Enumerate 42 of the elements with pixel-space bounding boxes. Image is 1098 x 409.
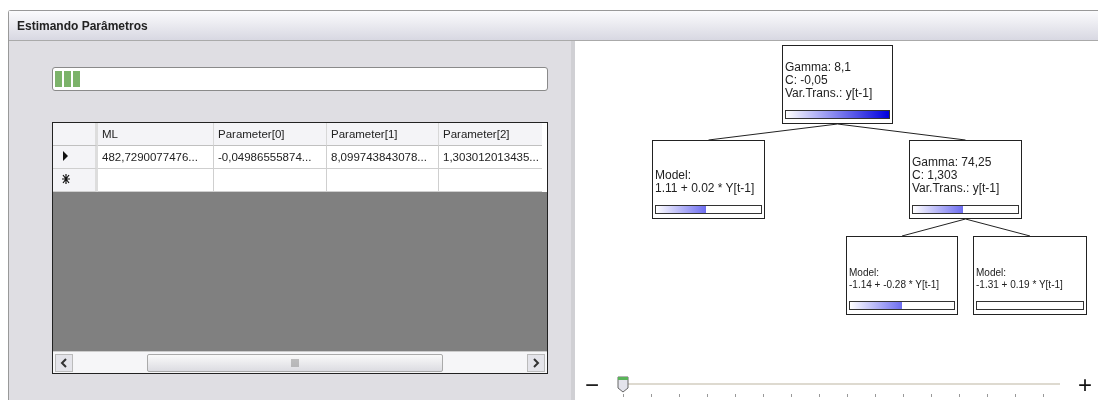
node-text: C: -0,05 — [785, 74, 829, 87]
node-text: Var.Trans.: y[t-1] — [912, 182, 1001, 195]
column-header[interactable]: Parameter[1] — [327, 123, 439, 146]
node-text: Gamma: 8,1 — [785, 61, 853, 74]
column-header[interactable]: ML — [98, 123, 214, 146]
scrollbar-thumb[interactable] — [147, 353, 443, 372]
node-text: Model: — [976, 267, 1007, 279]
chevron-right-icon — [532, 357, 540, 368]
node-text: Gamma: 74,25 — [912, 156, 993, 169]
slider-thumb[interactable] — [617, 376, 629, 393]
row-header[interactable] — [53, 146, 98, 169]
node-text: C: 1,303 — [912, 169, 959, 182]
column-header[interactable]: Parameter[0] — [214, 123, 327, 146]
current-row-icon — [61, 150, 71, 162]
node-text: Model: — [849, 267, 880, 279]
window-title: Estimando Parâmetros — [17, 18, 148, 33]
zoom-out-button[interactable]: − — [585, 373, 599, 397]
tree-node[interactable]: Gamma: 74,25 C: 1,303 Var.Trans.: y[t-1] — [909, 140, 1022, 219]
tree-node[interactable]: Model: 1.11 + 0.02 * Y[t-1] — [652, 140, 765, 219]
grip-icon — [291, 358, 299, 367]
row-header[interactable] — [53, 169, 98, 192]
scroll-right-button[interactable] — [527, 353, 545, 372]
node-text: Var.Trans.: y[t-1] — [785, 87, 874, 100]
tree-edge — [965, 218, 1031, 237]
scroll-left-button[interactable] — [55, 353, 73, 372]
node-text: -1.14 + -0.28 * Y[t-1] — [849, 279, 941, 291]
tree-node[interactable]: Model: -1.14 + -0.28 * Y[t-1] — [846, 236, 958, 315]
tree-edge — [901, 218, 966, 237]
node-text: -1.31 + 0.19 * Y[t-1] — [976, 279, 1064, 291]
tree-node[interactable]: Model: -1.31 + 0.19 * Y[t-1] — [973, 236, 1087, 315]
new-row-icon — [61, 173, 71, 185]
table-cell[interactable] — [214, 169, 327, 192]
corner-cell — [53, 123, 98, 146]
zoom-slider[interactable] — [617, 373, 1060, 397]
node-text: 1.11 + 0.02 * Y[t-1] — [655, 182, 756, 195]
zoom-in-button[interactable]: + — [1078, 373, 1092, 397]
table-cell[interactable] — [98, 169, 214, 192]
chevron-left-icon — [60, 357, 68, 368]
column-header[interactable]: Parameter[2] — [439, 123, 542, 146]
table-cell[interactable] — [327, 169, 439, 192]
node-text: Model: — [655, 169, 693, 182]
tree-node[interactable]: Gamma: 8,1 C: -0,05 Var.Trans.: y[t-1] — [782, 45, 893, 124]
